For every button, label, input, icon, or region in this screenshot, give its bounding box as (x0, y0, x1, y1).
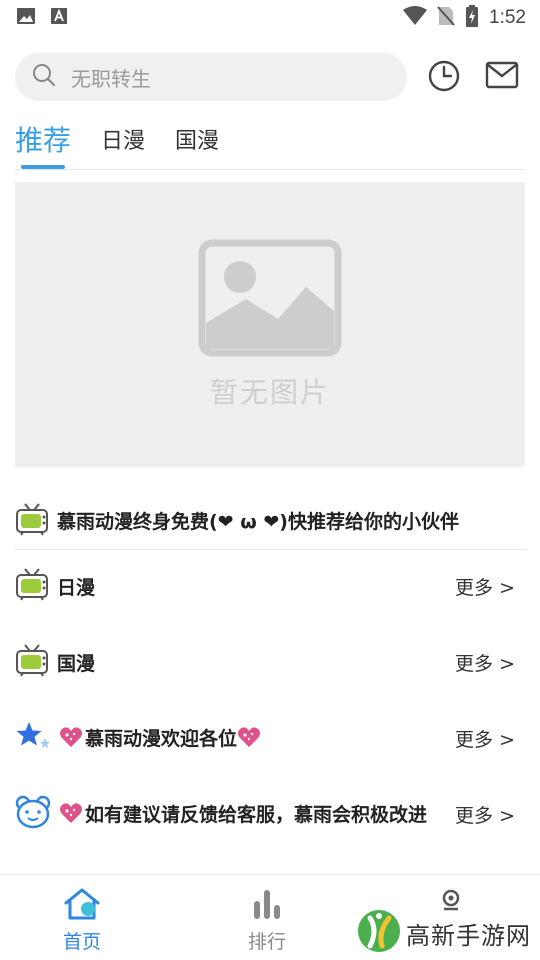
heart-icon (59, 802, 83, 829)
search-placeholder: 无职转生 (71, 66, 151, 91)
more-link[interactable]: 更多 > (455, 649, 525, 676)
no-image-text: 暂无图片 (209, 375, 330, 409)
status-time: 1:52 (489, 7, 526, 28)
site-watermark: 高新手游网 (356, 908, 531, 958)
more-link[interactable]: 更多 > (455, 573, 525, 600)
section-row-japanese-anime[interactable]: 日漫 更多 > (15, 556, 525, 616)
bear-icon (15, 795, 51, 833)
nav-ranking[interactable]: 排行 (248, 887, 286, 954)
category-tabs: 推荐 日漫 国漫 (15, 118, 525, 170)
section-row-welcome[interactable]: 慕雨动漫欢迎各位 更多 > (15, 708, 525, 768)
tv-icon (15, 643, 49, 681)
battery-charging-icon (465, 5, 479, 31)
history-clock-icon[interactable] (427, 59, 461, 97)
more-link[interactable]: 更多 > (455, 801, 525, 828)
tab-japanese-anime[interactable]: 日漫 (101, 123, 145, 169)
wifi-icon (403, 6, 428, 30)
announcement-bar[interactable]: 慕雨动漫终身免费(❤ ω ❤)快推荐给你的小伙伴 (15, 492, 525, 550)
ranking-icon (249, 887, 285, 925)
image-placeholder-icon (198, 239, 342, 361)
section-title: 慕雨动漫欢迎各位 (59, 724, 263, 753)
section-title-text: 如有建议请反馈给客服，慕雨会积极改进 (85, 803, 428, 826)
nav-home[interactable]: 首页 (62, 887, 102, 954)
star-icon (15, 720, 51, 756)
more-link[interactable]: 更多 > (455, 725, 525, 752)
section-row-feedback[interactable]: 如有建议请反馈给客服，慕雨会积极改进 更多 > (15, 784, 525, 844)
search-row: 无职转生 (15, 53, 525, 101)
tv-icon (15, 567, 49, 605)
font-notification-icon (50, 7, 68, 29)
nav-home-label: 首页 (62, 931, 101, 953)
heart-icon (59, 726, 83, 753)
home-icon (62, 887, 102, 925)
watermark-text: 高新手游网 (406, 921, 531, 950)
search-icon (31, 62, 57, 92)
section-title: 日漫 (57, 576, 96, 599)
section-title: 如有建议请反馈给客服，慕雨会积极改进 (59, 800, 439, 829)
gallery-notification-icon (16, 7, 36, 29)
banner-placeholder[interactable]: 暂无图片 (15, 182, 525, 467)
section-row-chinese-anime[interactable]: 国漫 更多 > (15, 632, 525, 692)
announcement-text: 慕雨动漫终身免费(❤ ω ❤)快推荐给你的小伙伴 (57, 511, 459, 533)
search-input[interactable]: 无职转生 (15, 53, 407, 101)
tv-icon (15, 502, 49, 540)
status-bar: 1:52 (0, 0, 540, 36)
section-title-text: 慕雨动漫欢迎各位 (85, 727, 238, 750)
nav-ranking-label: 排行 (248, 931, 287, 953)
heart-icon (237, 726, 261, 753)
watermark-logo-icon (356, 908, 402, 958)
section-title: 国漫 (57, 652, 96, 675)
tab-chinese-anime[interactable]: 国漫 (175, 123, 219, 169)
no-sim-icon (437, 6, 455, 30)
tab-recommend[interactable]: 推荐 (15, 119, 71, 169)
mail-icon[interactable] (485, 61, 519, 93)
